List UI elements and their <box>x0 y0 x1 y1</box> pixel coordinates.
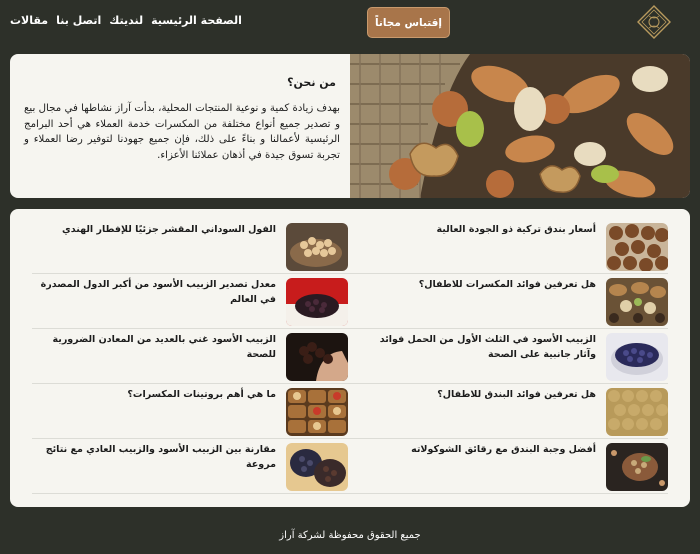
about-body: بهدف زيادة كمية و نوعية المنتجات المحلية… <box>24 103 340 161</box>
site-footer: جميع الحقوق محفوظة لشركة آراز <box>0 517 700 554</box>
nav-articles[interactable]: مقالات <box>10 14 48 27</box>
article-title[interactable]: أسعار بندق تركية ذو الجودة العالية <box>356 223 596 238</box>
nav-about[interactable]: لنديتك <box>109 14 143 27</box>
row-divider <box>32 383 668 384</box>
article-item[interactable]: الفول السوداني المقشر جزئيًا للإفطار اله… <box>28 223 348 273</box>
row-divider <box>32 438 668 439</box>
article-title[interactable]: الزبيب الأسود في الثلث الأول من الحمل فو… <box>356 333 596 362</box>
row-divider <box>32 493 668 494</box>
raisins-bowl-image <box>286 278 348 326</box>
article-title[interactable]: الزبيب الأسود غني بالعديد من المعادن الض… <box>36 333 276 362</box>
article-item[interactable]: هل تعرفين فوائد البندق للاطفال؟ <box>348 388 668 438</box>
about-title: من نحن؟ <box>287 76 336 89</box>
mixed-nuts-sack-image <box>350 54 690 198</box>
article-title[interactable]: هل تعرفين فوائد البندق للاطفال؟ <box>356 388 596 403</box>
article-item[interactable]: الزبيب الأسود غني بالعديد من المعادن الض… <box>28 333 348 383</box>
article-item[interactable]: أفضل وجبة البندق مع رقائق الشوكولاته <box>348 443 668 493</box>
article-title[interactable]: معدل تصدير الزبيب الأسود من أكبر الدول ا… <box>36 278 276 307</box>
about-section: من نحن؟ بهدف زيادة كمية و نوعية المنتجات… <box>10 54 690 198</box>
main-nav: مقالات اتصل بنا لنديتك الصفحة الرئيسية <box>10 14 242 27</box>
black-raisins-image <box>606 333 668 381</box>
mixed-nuts-image <box>606 278 668 326</box>
article-item[interactable]: معدل تصدير الزبيب الأسود من أكبر الدول ا… <box>28 278 348 328</box>
nut-baskets-image <box>286 388 348 436</box>
article-item[interactable]: أسعار بندق تركية ذو الجودة العالية <box>348 223 668 273</box>
row-divider <box>32 273 668 274</box>
articles-section: أسعار بندق تركية ذو الجودة العالية الفول… <box>10 209 690 507</box>
araz-logo-icon[interactable] <box>636 4 672 40</box>
nav-contact[interactable]: اتصل بنا <box>56 14 101 27</box>
nav-home[interactable]: الصفحة الرئيسية <box>151 14 242 27</box>
choco-hazelnut-image <box>606 443 668 491</box>
article-item[interactable]: الزبيب الأسود في الثلث الأول من الحمل فو… <box>348 333 668 383</box>
copyright-text: جميع الحقوق محفوظة لشركة آراز <box>279 530 421 541</box>
row-divider <box>32 328 668 329</box>
article-item[interactable]: هل تعرفين فوائد المكسرات للاطفال؟ <box>348 278 668 328</box>
article-title[interactable]: أفضل وجبة البندق مع رقائق الشوكولاته <box>356 443 596 458</box>
article-title[interactable]: هل تعرفين فوائد المكسرات للاطفال؟ <box>356 278 596 293</box>
hazelnut-pile-image <box>606 388 668 436</box>
hazelnuts-image <box>606 223 668 271</box>
article-item[interactable]: مقارنة بين الزبيب الأسود والزبيب العادي … <box>28 443 348 493</box>
article-title[interactable]: مقارنة بين الزبيب الأسود والزبيب العادي … <box>36 443 276 472</box>
article-title[interactable]: الفول السوداني المقشر جزئيًا للإفطار اله… <box>36 223 276 238</box>
free-quote-button[interactable]: إقتباس مجاناً <box>367 7 450 38</box>
article-title[interactable]: ما هي أهم بروتينات المكسرات؟ <box>36 388 276 403</box>
raisins-hand-image <box>286 333 348 381</box>
raisin-bowls-image <box>286 443 348 491</box>
peanuts-image <box>286 223 348 271</box>
article-item[interactable]: ما هي أهم بروتينات المكسرات؟ <box>28 388 348 438</box>
about-text: من نحن؟ بهدف زيادة كمية و نوعية المنتجات… <box>24 76 340 163</box>
site-header: إقتباس مجاناً مقالات اتصل بنا لنديتك الص… <box>0 0 700 44</box>
